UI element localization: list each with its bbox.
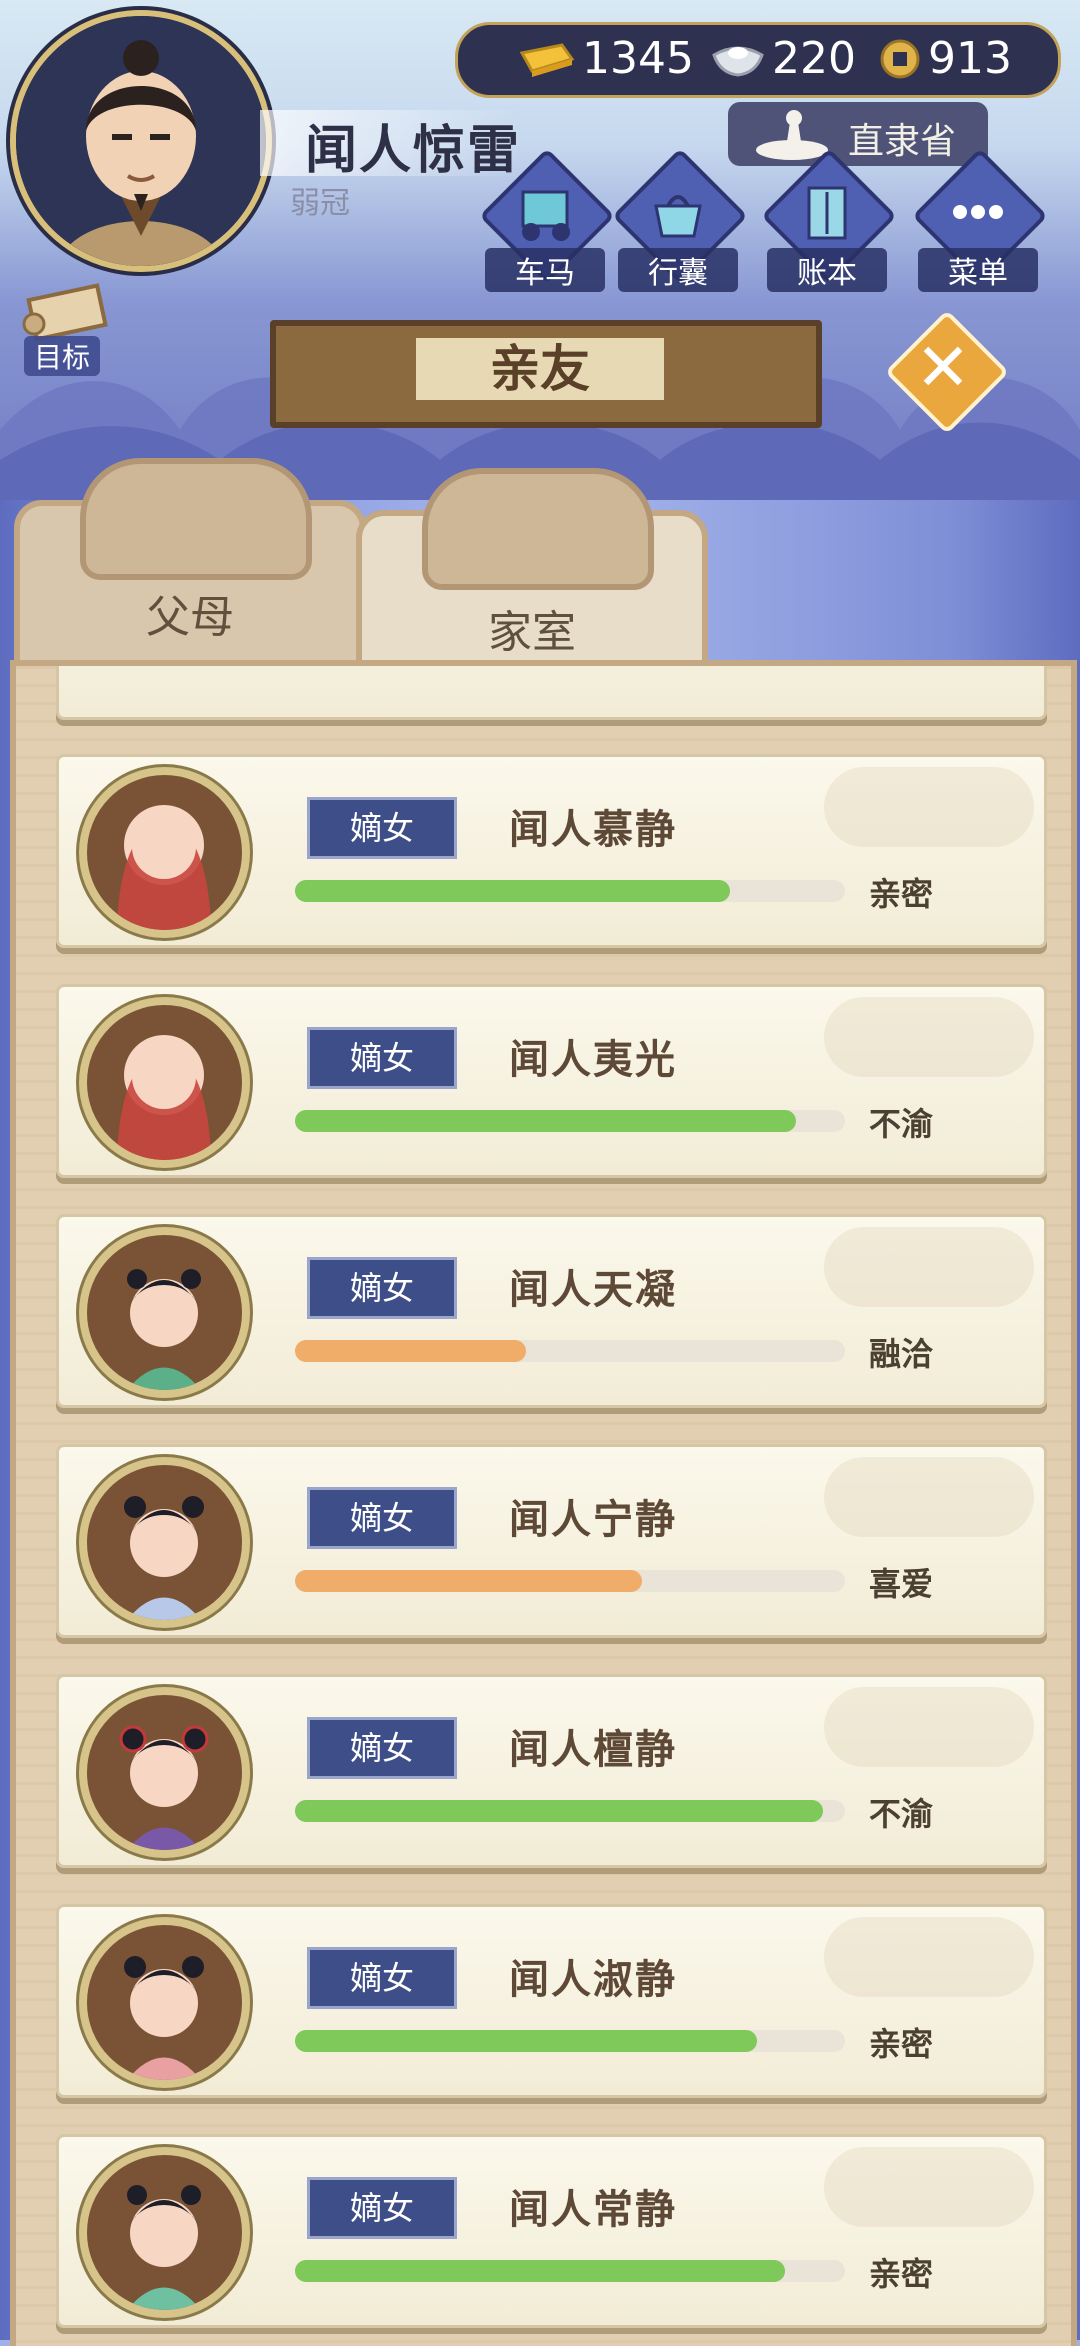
affinity-fill [295,1570,642,1592]
goal-button[interactable]: 目标 [14,280,124,376]
affinity-status: 不渝 [869,1105,934,1143]
more-dots-icon [953,205,1003,219]
affinity-status: 融洽 [869,1335,934,1373]
rank-badge: 嫡女 [307,1257,457,1319]
copper-amount: 913 [928,33,1012,84]
portrait-baby-icon [79,997,250,1168]
list-item[interactable]: 嫡女 闻人檀静 不渝 [56,1674,1047,1868]
tab-ornament [422,468,654,590]
rank-badge: 嫡女 [307,2177,457,2239]
silver-amount: 220 [772,33,856,84]
tab-family-label: 家室 [488,607,576,658]
rank-badge: 嫡女 [307,1487,457,1549]
affinity-bar [295,1110,845,1132]
player-portrait-icon [16,16,266,266]
title-banner: 亲友 [270,320,822,428]
affinity-bar [295,1340,845,1362]
list-item[interactable]: 嫡女 闻人常静 亲密 [56,2134,1047,2328]
close-icon[interactable]: ✕ [908,330,978,406]
affinity-bar [295,2260,845,2282]
relative-name: 闻人宁静 [509,1497,677,1543]
player-avatar[interactable] [10,10,272,272]
affinity-status: 喜爱 [869,1565,934,1603]
menu-label-bag: 行囊 [618,248,738,292]
menu-ledger-button[interactable]: 账本 [761,148,897,292]
menu-more-button[interactable]: 菜单 [912,148,1048,292]
list-item[interactable]: 嫡女 闻人天凝 融洽 [56,1214,1047,1408]
cloud-ornament [824,767,1034,847]
portrait-girl-icon [79,1457,250,1628]
portrait-baby-icon [79,767,250,938]
relative-name: 闻人檀静 [509,1727,677,1773]
tab-parents-label: 父母 [146,592,234,643]
menu-label-more: 菜单 [918,248,1038,292]
portrait-girl-icon [79,1917,250,2088]
affinity-fill [295,1110,796,1132]
cloud-ornament [824,997,1034,1077]
province-button[interactable]: 直隶省 [728,102,988,166]
tab-ornament [80,458,312,580]
cloud-ornament [824,2147,1034,2227]
list-item[interactable]: 嫡女 闻人夷光 不渝 [56,984,1047,1178]
relative-name: 闻人夷光 [509,1037,677,1083]
affinity-fill [295,2030,757,2052]
ledger-icon [807,186,847,240]
affinity-fill [295,2260,785,2282]
silver-counter: 220 [710,33,856,84]
cloud-ornament [824,1687,1034,1767]
rank-badge: 嫡女 [307,1027,457,1089]
affinity-fill [295,1800,823,1822]
portrait-girl-icon [79,1227,250,1398]
affinity-status: 亲密 [869,2025,934,2063]
relative-name: 闻人常静 [509,2187,677,2233]
relative-name: 闻人天凝 [509,1267,677,1313]
relative-name: 闻人慕静 [509,807,677,853]
silver-ingot-icon [712,46,764,77]
bag-icon [654,195,702,238]
affinity-status: 亲密 [869,875,934,913]
affinity-bar [295,880,845,902]
list-item[interactable]: 嫡女 闻人慕静 亲密 [56,754,1047,948]
affinity-status: 亲密 [869,2255,934,2293]
cloud-ornament [824,1457,1034,1537]
affinity-status: 不渝 [869,1795,934,1833]
player-age: 弱冠 [290,186,350,221]
rank-badge: 嫡女 [307,1947,457,2009]
menu-bag-button[interactable]: 行囊 [612,148,748,292]
list-item[interactable] [56,666,1047,720]
page-title: 亲友 [416,338,664,400]
list-item[interactable]: 嫡女 闻人宁静 喜爱 [56,1444,1047,1638]
affinity-bar [295,1800,845,1822]
rank-badge: 嫡女 [307,797,457,859]
gold-ingot-icon [519,42,575,77]
cloud-ornament [824,1227,1034,1307]
affinity-fill [295,1340,526,1362]
affinity-fill [295,880,730,902]
copper-counter: 913 [878,33,1012,84]
gold-counter: 1345 [516,33,694,84]
list-item[interactable]: 嫡女 闻人淑静 亲密 [56,1904,1047,2098]
gold-amount: 1345 [582,33,694,84]
relatives-list-panel[interactable]: 嫡女 闻人慕静 亲密 嫡女 闻人夷光 不渝 嫡女 闻人天凝 融洽 嫡女 闻人宁静… [10,660,1077,2346]
portrait-girl-icon [79,2147,250,2318]
rank-badge: 嫡女 [307,1717,457,1779]
goal-label: 目标 [24,336,101,376]
relative-name: 闻人淑静 [509,1957,677,2003]
portrait-girl-icon [79,1687,250,1858]
affinity-bar [295,1570,845,1592]
affinity-bar [295,2030,845,2052]
menu-label-carriage: 车马 [485,248,605,292]
cloud-ornament [824,1917,1034,1997]
menu-label-ledger: 账本 [767,248,887,292]
currency-bar: 1345 220 913 [455,22,1061,98]
copper-coin-icon [880,39,920,78]
menu-carriage-button[interactable]: 车马 [479,148,615,292]
province-label: 直隶省 [848,121,957,162]
carriage-icon [521,190,570,241]
